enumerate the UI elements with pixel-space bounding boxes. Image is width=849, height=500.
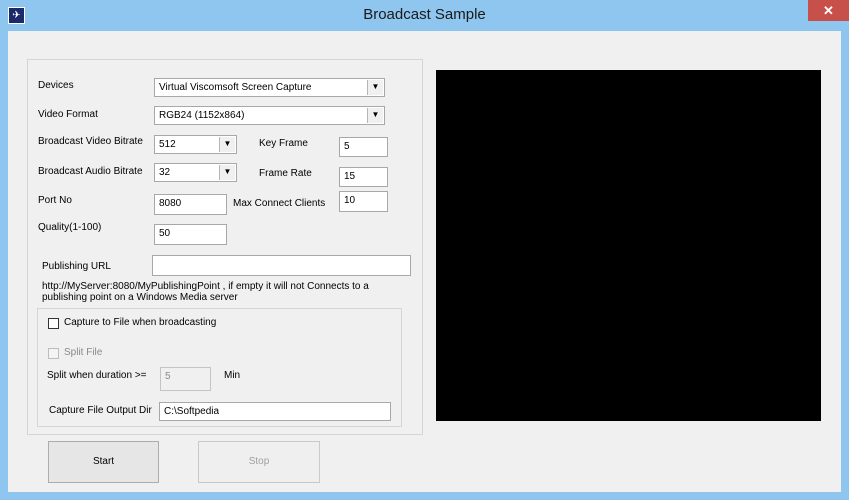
start-button[interactable]: Start — [48, 441, 159, 483]
audio-bitrate-value: 32 — [159, 167, 171, 178]
window-border-right — [841, 31, 849, 500]
output-dir-label: Capture File Output Dir — [49, 405, 152, 416]
key-frame-label: Key Frame — [259, 138, 308, 149]
publishing-url-label: Publishing URL — [42, 261, 111, 272]
chevron-down-icon[interactable]: ▼ — [367, 80, 383, 95]
window-border-left — [0, 31, 8, 500]
window-border-bottom — [0, 492, 849, 500]
video-format-label: Video Format — [38, 109, 98, 120]
publishing-url-hint-line2: publishing point on a Windows Media serv… — [42, 292, 238, 303]
port-no-label: Port No — [38, 195, 72, 206]
video-preview — [436, 70, 821, 421]
frame-rate-input[interactable]: 15 — [339, 167, 388, 187]
max-clients-input[interactable]: 10 — [339, 191, 388, 212]
key-frame-input[interactable]: 5 — [339, 137, 388, 157]
split-duration-input[interactable]: 5 — [160, 367, 211, 391]
max-clients-label: Max Connect Clients — [233, 198, 326, 209]
split-file-label[interactable]: Split File — [64, 347, 102, 358]
devices-select[interactable]: Virtual Viscomsoft Screen Capture ▼ — [154, 78, 385, 97]
devices-label: Devices — [38, 80, 74, 91]
audio-bitrate-select[interactable]: 32 ▼ — [154, 163, 237, 182]
video-bitrate-value: 512 — [159, 139, 176, 150]
stop-button[interactable]: Stop — [198, 441, 320, 483]
broadcast-window: ✈ Broadcast Sample ✕ Devices Virtual Vis… — [0, 0, 849, 500]
client-area: Devices Virtual Viscomsoft Screen Captur… — [8, 31, 841, 492]
output-dir-input[interactable]: C:\Softpedia — [159, 402, 391, 421]
title-bar[interactable]: ✈ Broadcast Sample ✕ — [0, 0, 849, 31]
publishing-url-hint-line1: http://MyServer:8080/MyPublishingPoint ,… — [42, 281, 369, 292]
video-format-value: RGB24 (1152x864) — [159, 110, 245, 121]
video-bitrate-label: Broadcast Video Bitrate — [38, 136, 143, 147]
capture-to-file-label[interactable]: Capture to File when broadcasting — [64, 317, 216, 328]
video-bitrate-select[interactable]: 512 ▼ — [154, 135, 237, 154]
devices-value: Virtual Viscomsoft Screen Capture — [159, 82, 312, 93]
audio-bitrate-label: Broadcast Audio Bitrate — [38, 166, 143, 177]
publishing-url-input[interactable] — [152, 255, 411, 276]
capture-to-file-checkbox[interactable] — [48, 318, 59, 329]
port-no-input[interactable]: 8080 — [154, 194, 227, 215]
quality-input[interactable]: 50 — [154, 224, 227, 245]
chevron-down-icon[interactable]: ▼ — [367, 108, 383, 123]
split-duration-unit: Min — [224, 370, 241, 381]
video-format-select[interactable]: RGB24 (1152x864) ▼ — [154, 106, 385, 125]
close-button[interactable]: ✕ — [808, 0, 849, 21]
frame-rate-label: Frame Rate — [259, 168, 312, 179]
chevron-down-icon[interactable]: ▼ — [219, 137, 235, 152]
split-file-checkbox[interactable] — [48, 348, 59, 359]
quality-label: Quality(1-100) — [38, 222, 102, 233]
split-duration-label: Split when duration >= — [47, 370, 147, 381]
window-title: Broadcast Sample — [363, 6, 486, 23]
chevron-down-icon[interactable]: ▼ — [219, 165, 235, 180]
